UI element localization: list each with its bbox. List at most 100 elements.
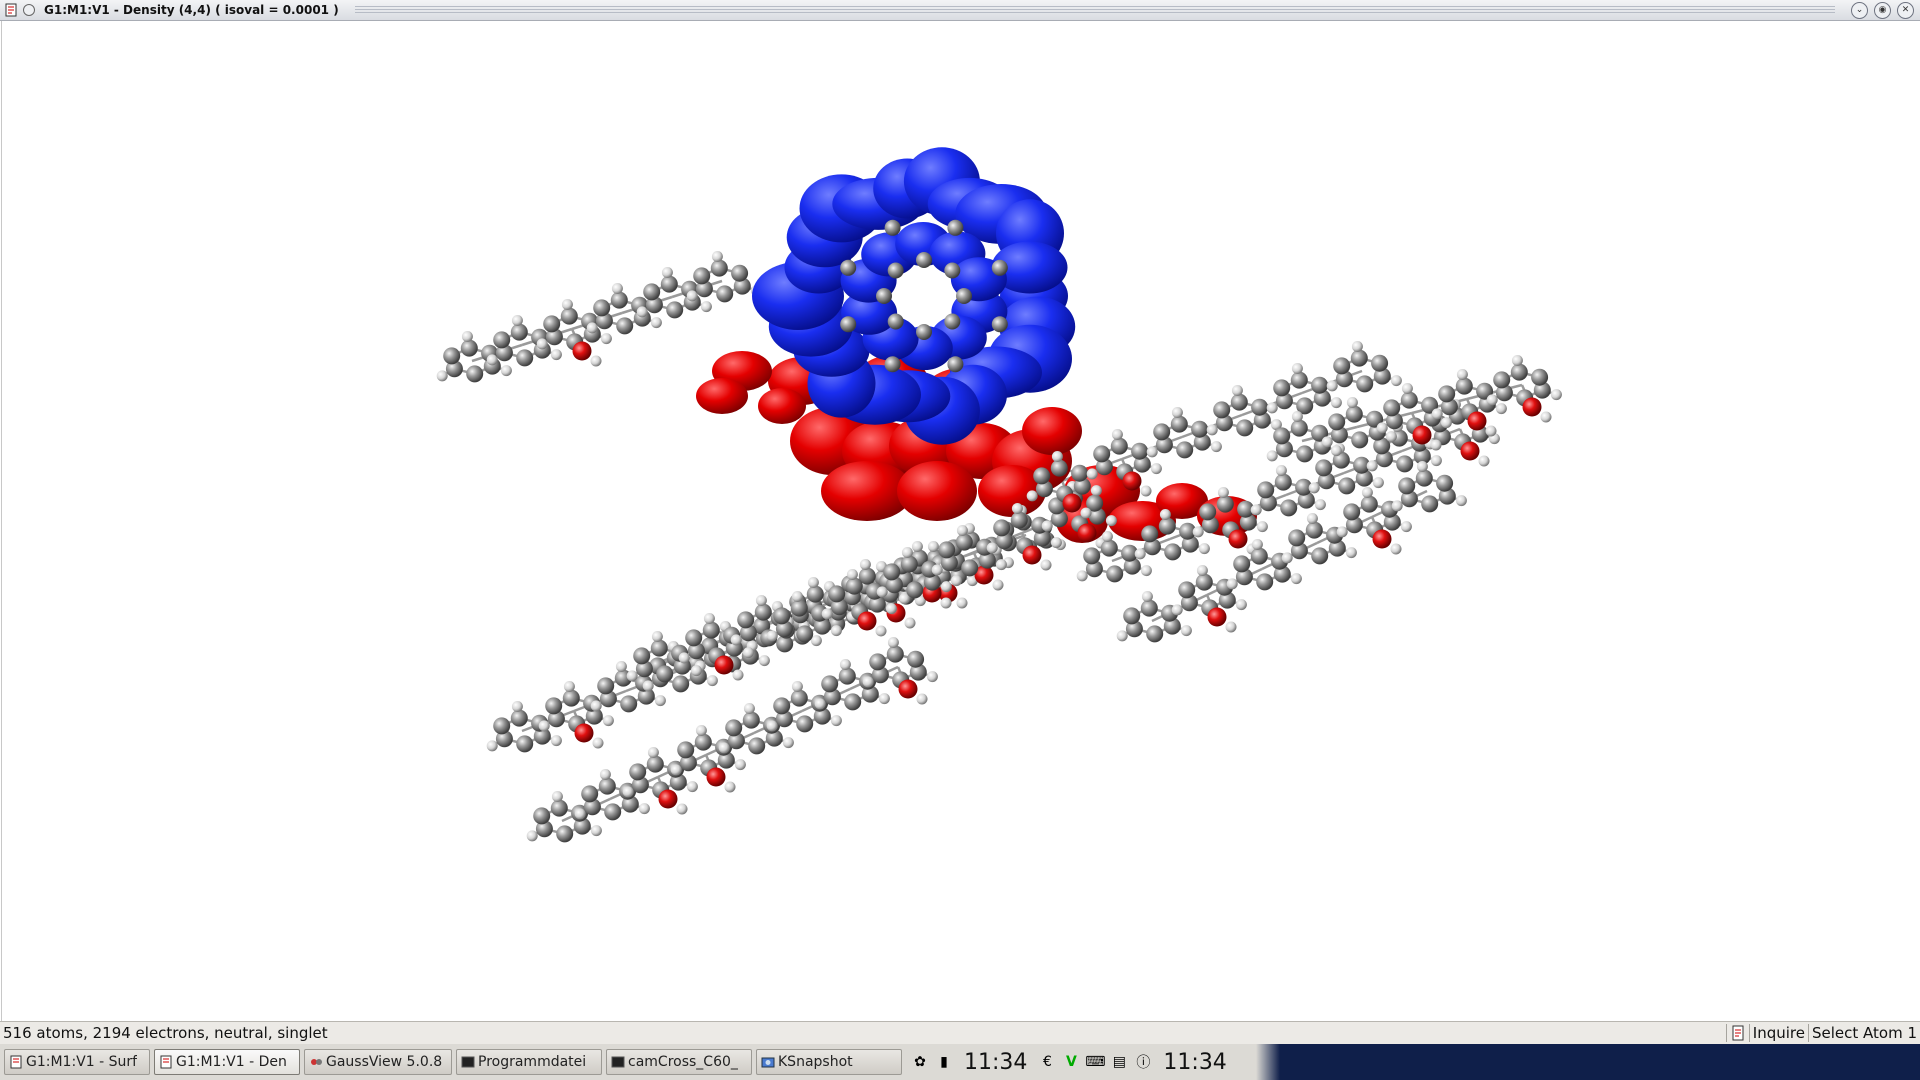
carbon-atom[interactable] <box>493 717 511 735</box>
hydrogen-atom[interactable] <box>956 597 968 609</box>
carbon-atom[interactable] <box>748 737 766 755</box>
flower-icon[interactable]: ✿ <box>910 1052 930 1072</box>
carbon-atom[interactable] <box>597 677 615 695</box>
hydrogen-atom[interactable] <box>1400 521 1412 533</box>
carbon-atom[interactable] <box>1350 349 1368 367</box>
hydrogen-atom[interactable] <box>766 630 778 642</box>
hydrogen-atom[interactable] <box>1511 355 1523 366</box>
carbon-atom[interactable] <box>545 697 563 715</box>
hydrogen-atom[interactable] <box>1321 436 1333 448</box>
hydrogen-atom[interactable] <box>791 591 803 602</box>
hydrogen-atom[interactable] <box>742 647 754 659</box>
hydrogen-atom[interactable] <box>876 586 888 598</box>
hydrogen-atom[interactable] <box>1456 369 1468 380</box>
task-ksnapshot[interactable]: KSnapshot <box>756 1049 902 1075</box>
hydrogen-atom[interactable] <box>1180 625 1192 637</box>
carbon-atom[interactable] <box>660 275 678 293</box>
carbon-atom[interactable] <box>1400 391 1418 409</box>
hydrogen-atom[interactable] <box>650 317 662 329</box>
carbon-atom[interactable] <box>1438 385 1456 403</box>
hydrogen-atom[interactable] <box>1430 439 1442 451</box>
clipboard-icon[interactable]: ▤ <box>1109 1052 1129 1072</box>
hydrogen-atom[interactable] <box>550 349 562 361</box>
hydrogen-atom[interactable] <box>690 665 702 677</box>
fullerene-atom[interactable] <box>887 313 904 330</box>
hydrogen-atom[interactable] <box>1485 425 1497 437</box>
hydrogen-atom[interactable] <box>647 747 659 758</box>
hydrogen-atom[interactable] <box>940 581 952 593</box>
carbon-atom[interactable] <box>869 653 887 671</box>
carbon-atom[interactable] <box>1333 357 1351 375</box>
oxygen-atom[interactable] <box>1372 529 1392 549</box>
hydrogen-atom[interactable] <box>814 698 826 710</box>
fullerene-atom[interactable] <box>840 259 857 276</box>
carbon-atom[interactable] <box>629 763 647 781</box>
oxygen-atom[interactable] <box>1077 523 1097 543</box>
fullerene-atom[interactable] <box>991 316 1008 333</box>
hydrogen-atom[interactable] <box>1250 504 1262 516</box>
hydrogen-atom[interactable] <box>1196 565 1208 576</box>
carbon-atom[interactable] <box>581 785 599 803</box>
carbon-atom[interactable] <box>1093 445 1111 463</box>
carbon-atom[interactable] <box>1311 547 1329 565</box>
hydrogen-atom[interactable] <box>1291 363 1303 374</box>
hydrogen-atom[interactable] <box>1495 403 1507 415</box>
hydrogen-atom[interactable] <box>992 579 1004 591</box>
hydrogen-atom[interactable] <box>550 735 562 747</box>
carbon-atom[interactable] <box>1170 415 1188 433</box>
carbon-atom[interactable] <box>710 259 728 277</box>
carbon-atom[interactable] <box>672 675 690 693</box>
task-camcross[interactable]: camCross_C60_ <box>606 1049 752 1075</box>
fullerene-atom[interactable] <box>916 324 932 340</box>
hydrogen-atom[interactable] <box>636 306 648 318</box>
carbon-atom[interactable] <box>790 599 808 617</box>
carbon-atom[interactable] <box>1140 599 1158 617</box>
carbon-atom[interactable] <box>598 777 616 795</box>
carbon-atom[interactable] <box>604 803 622 821</box>
hydrogen-atom[interactable] <box>590 700 602 712</box>
carbon-atom[interactable] <box>1351 431 1369 449</box>
carbon-atom[interactable] <box>1360 495 1378 513</box>
carbon-atom[interactable] <box>460 339 478 357</box>
carbon-atom[interactable] <box>955 533 973 551</box>
euro-icon[interactable]: € <box>1037 1052 1057 1072</box>
hydrogen-atom[interactable] <box>1206 424 1218 436</box>
carbon-atom[interactable] <box>1033 467 1051 485</box>
carbon-atom[interactable] <box>1191 420 1209 438</box>
carbon-atom[interactable] <box>1250 547 1268 565</box>
carbon-atom[interactable] <box>1290 371 1308 389</box>
carbon-atom[interactable] <box>466 365 484 383</box>
carbon-atom[interactable] <box>510 323 528 341</box>
carbon-atom[interactable] <box>796 715 814 733</box>
hydrogen-atom[interactable] <box>1336 526 1348 538</box>
hydrogen-atom[interactable] <box>885 603 897 615</box>
carbon-atom[interactable] <box>1383 399 1401 417</box>
hydrogen-atom[interactable] <box>1326 380 1338 392</box>
hydrogen-atom[interactable] <box>782 737 794 749</box>
carbon-atom[interactable] <box>646 755 664 773</box>
carbon-atom[interactable] <box>560 307 578 325</box>
hydrogen-atom[interactable] <box>706 675 718 687</box>
carbon-atom[interactable] <box>906 581 924 599</box>
carbon-atom[interactable] <box>828 585 846 603</box>
carbon-atom[interactable] <box>1343 503 1361 521</box>
window-menu-icon[interactable] <box>22 3 36 17</box>
hydrogen-atom[interactable] <box>626 670 638 682</box>
hydrogen-atom[interactable] <box>1076 570 1088 582</box>
hydrogen-atom[interactable] <box>1050 537 1062 549</box>
carbon-atom[interactable] <box>725 719 743 737</box>
carbon-atom[interactable] <box>883 563 901 581</box>
carbon-atom[interactable] <box>1421 495 1439 513</box>
carbon-atom[interactable] <box>1178 581 1196 599</box>
task-gaussview[interactable]: GaussView 5.0.8 <box>304 1049 452 1075</box>
carbon-atom[interactable] <box>1280 499 1298 517</box>
minimize-icon[interactable]: ⌄ <box>1851 1 1868 19</box>
hydrogen-atom[interactable] <box>1275 465 1287 476</box>
hydrogen-atom[interactable] <box>574 808 586 820</box>
hydrogen-atom[interactable] <box>670 764 682 776</box>
carbon-atom[interactable] <box>1236 419 1254 437</box>
carbon-atom[interactable] <box>702 621 720 639</box>
carbon-atom[interactable] <box>643 283 661 301</box>
hydrogen-atom[interactable] <box>875 625 887 637</box>
carbon-atom[interactable] <box>993 519 1011 537</box>
